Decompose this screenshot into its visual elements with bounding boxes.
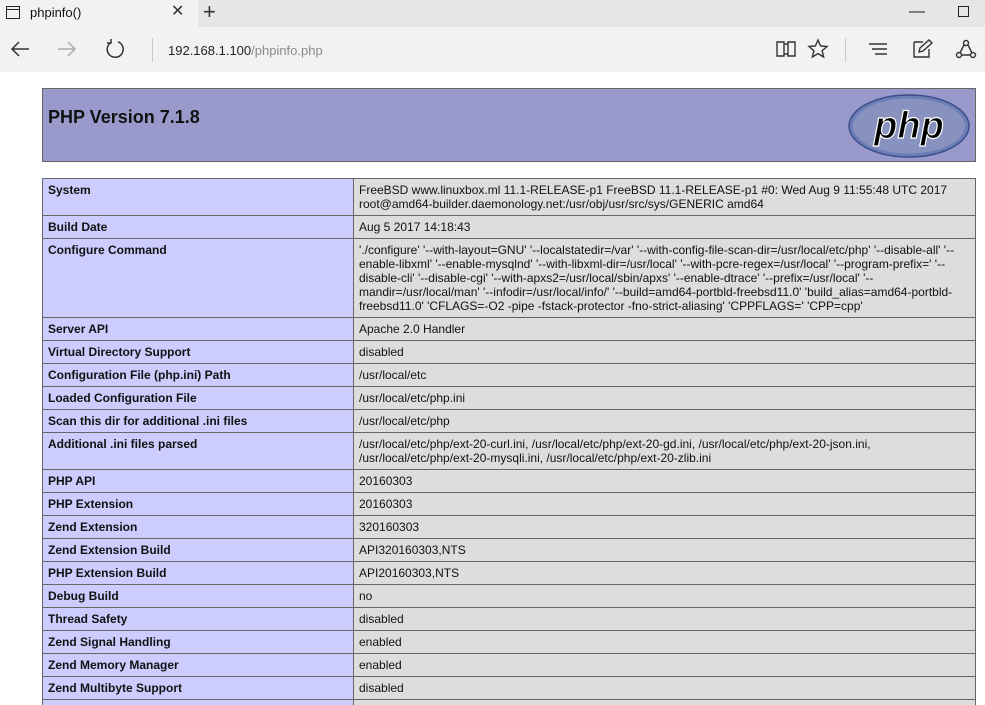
tab-bar: phpinfo() ✕ + — [0, 0, 985, 27]
row-key: Configuration File (php.ini) Path [42, 363, 354, 387]
table-row: Build Date Aug 5 2017 14:18:43 [42, 215, 976, 239]
hub-icon[interactable] [864, 35, 892, 63]
table-row: Server API Apache 2.0 Handler [42, 317, 976, 341]
php-logo-text: php [873, 105, 944, 147]
row-value: API20160303,NTS [353, 561, 976, 585]
row-value: enabled [353, 630, 976, 654]
row-key: PHP Extension Build [42, 561, 354, 585]
navigation-bar: 192.168.1.100/phpinfo.php [0, 27, 985, 72]
close-icon[interactable]: ✕ [171, 4, 184, 20]
row-key: System [42, 178, 354, 216]
table-row: Zend Extension 320160303 [42, 515, 976, 539]
url-host: 192.168.1.100 [168, 43, 252, 58]
row-value: disabled [353, 676, 976, 700]
row-key: Loaded Configuration File [42, 386, 354, 410]
back-icon[interactable] [6, 35, 34, 63]
row-value: Apache 2.0 Handler [353, 317, 976, 341]
row-key: Zend Extension [42, 515, 354, 539]
row-value: API320160303,NTS [353, 538, 976, 562]
row-key: IPv6 Support [42, 699, 354, 705]
row-value: './configure' '--with-layout=GNU' '--loc… [353, 238, 976, 318]
refresh-icon[interactable] [101, 35, 129, 63]
row-value: disabled [353, 340, 976, 364]
row-key: PHP API [42, 469, 354, 493]
table-row: Additional .ini files parsed/usr/local/e… [42, 432, 976, 470]
row-value: enabled [353, 653, 976, 677]
table-row: Zend Multibyte Support disabled [42, 676, 976, 700]
row-key: Thread Safety [42, 607, 354, 631]
row-value: /usr/local/etc [353, 363, 976, 387]
minimize-icon[interactable]: — [909, 3, 925, 21]
table-row: Virtual Directory Support disabled [42, 340, 976, 364]
table-row: Scan this dir for additional .ini files /… [42, 409, 976, 433]
new-tab-icon[interactable]: + [203, 1, 216, 23]
row-key: Additional .ini files parsed [42, 432, 354, 470]
row-value: /usr/local/etc/php.ini [353, 386, 976, 410]
page-title: PHP Version 7.1.8 [48, 107, 200, 127]
favorite-star-icon[interactable] [804, 35, 832, 63]
table-row: Configure Command './configure' '--with-l… [42, 238, 976, 318]
table-row: Loaded Configuration File/usr/local/etc/… [42, 386, 976, 410]
reading-view-icon[interactable] [772, 35, 800, 63]
php-info-table: System FreeBSD www.linuxbox.ml 11.1-RELEA… [42, 178, 976, 705]
table-row: Zend Extension Build API320160303,NTS [42, 538, 976, 562]
php-logo: php [848, 94, 970, 158]
row-value: FreeBSD www.linuxbox.ml 11.1-RELEASE-p1 … [353, 178, 976, 216]
table-row: IPv6 Supportenabled [42, 699, 976, 705]
row-key: Server API [42, 317, 354, 341]
table-row: Thread Safety disabled [42, 607, 976, 631]
row-value: enabled [353, 699, 976, 705]
table-row: PHP Extension Build API20160303,NTS [42, 561, 976, 585]
row-value: no [353, 584, 976, 608]
table-row: Debug Build no [42, 584, 976, 608]
toolbar-separator [845, 38, 846, 62]
table-row: Zend Memory Manager enabled [42, 653, 976, 677]
address-bar[interactable]: 192.168.1.100/phpinfo.php [168, 43, 323, 58]
row-value: disabled [353, 607, 976, 631]
row-value: 320160303 [353, 515, 976, 539]
row-value: 20160303 [353, 492, 976, 516]
table-row: Zend Signal Handling enabled [42, 630, 976, 654]
maximize-icon[interactable] [958, 6, 969, 17]
row-key: Zend Multibyte Support [42, 676, 354, 700]
table-row: PHP API 20160303 [42, 469, 976, 493]
row-key: Build Date [42, 215, 354, 239]
row-key: Zend Memory Manager [42, 653, 354, 677]
forward-icon[interactable] [53, 35, 81, 63]
row-key: PHP Extension [42, 492, 354, 516]
row-value: 20160303 [353, 469, 976, 493]
url-path: /phpinfo.php [251, 43, 323, 58]
row-key: Zend Signal Handling [42, 630, 354, 654]
share-icon[interactable] [952, 35, 980, 63]
page-content: PHP Version 7.1.8 php System FreeBSD www.… [0, 72, 985, 705]
web-note-icon[interactable] [908, 35, 936, 63]
row-value: /usr/local/etc/php [353, 409, 976, 433]
table-row: Configuration File (php.ini) Path/usr/lo… [42, 363, 976, 387]
table-row: System FreeBSD www.linuxbox.ml 11.1-RELEA… [42, 178, 976, 216]
row-key: Scan this dir for additional .ini files [42, 409, 354, 433]
row-key: Zend Extension Build [42, 538, 354, 562]
row-value: Aug 5 2017 14:18:43 [353, 215, 976, 239]
table-row: PHP Extension 20160303 [42, 492, 976, 516]
page-icon [6, 6, 20, 19]
tab-title: phpinfo() [30, 5, 82, 20]
row-key: Debug Build [42, 584, 354, 608]
browser-tab[interactable]: phpinfo() ✕ [0, 0, 198, 27]
row-key: Configure Command [42, 238, 354, 318]
address-separator [152, 38, 153, 62]
php-version-header: PHP Version 7.1.8 php [42, 88, 976, 162]
row-key: Virtual Directory Support [42, 340, 354, 364]
row-value: /usr/local/etc/php/ext-20-curl.ini, /usr… [353, 432, 976, 470]
